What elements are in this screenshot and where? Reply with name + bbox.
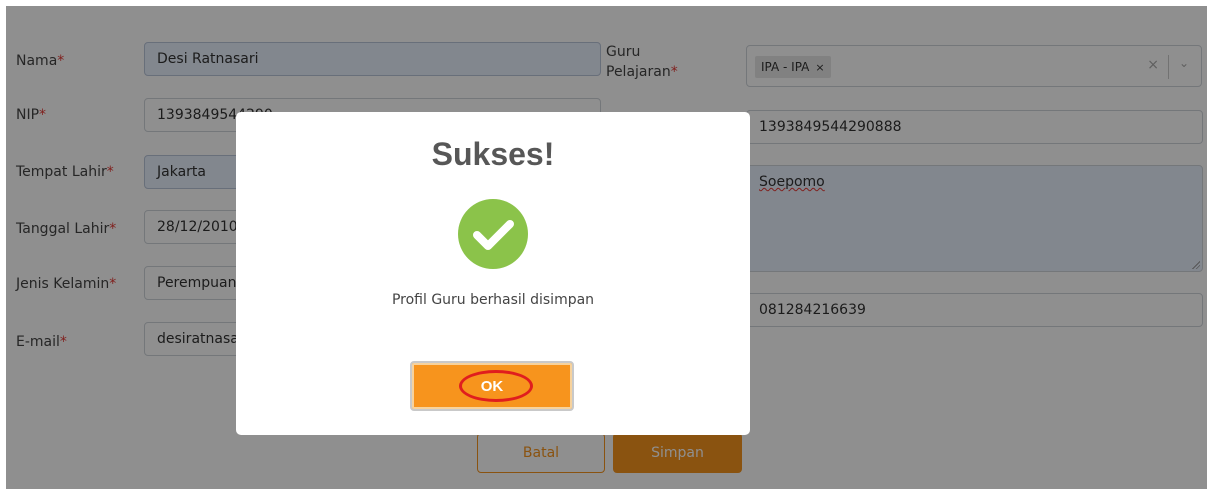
ok-button[interactable]: OK bbox=[410, 361, 574, 411]
success-check-icon bbox=[458, 199, 528, 269]
dialog-title: Sukses! bbox=[431, 136, 555, 172]
dialog-message: Profil Guru berhasil disimpan bbox=[391, 292, 595, 308]
success-dialog: Sukses! Profil Guru berhasil disimpan OK bbox=[236, 112, 750, 435]
annotation-circle bbox=[459, 370, 533, 402]
